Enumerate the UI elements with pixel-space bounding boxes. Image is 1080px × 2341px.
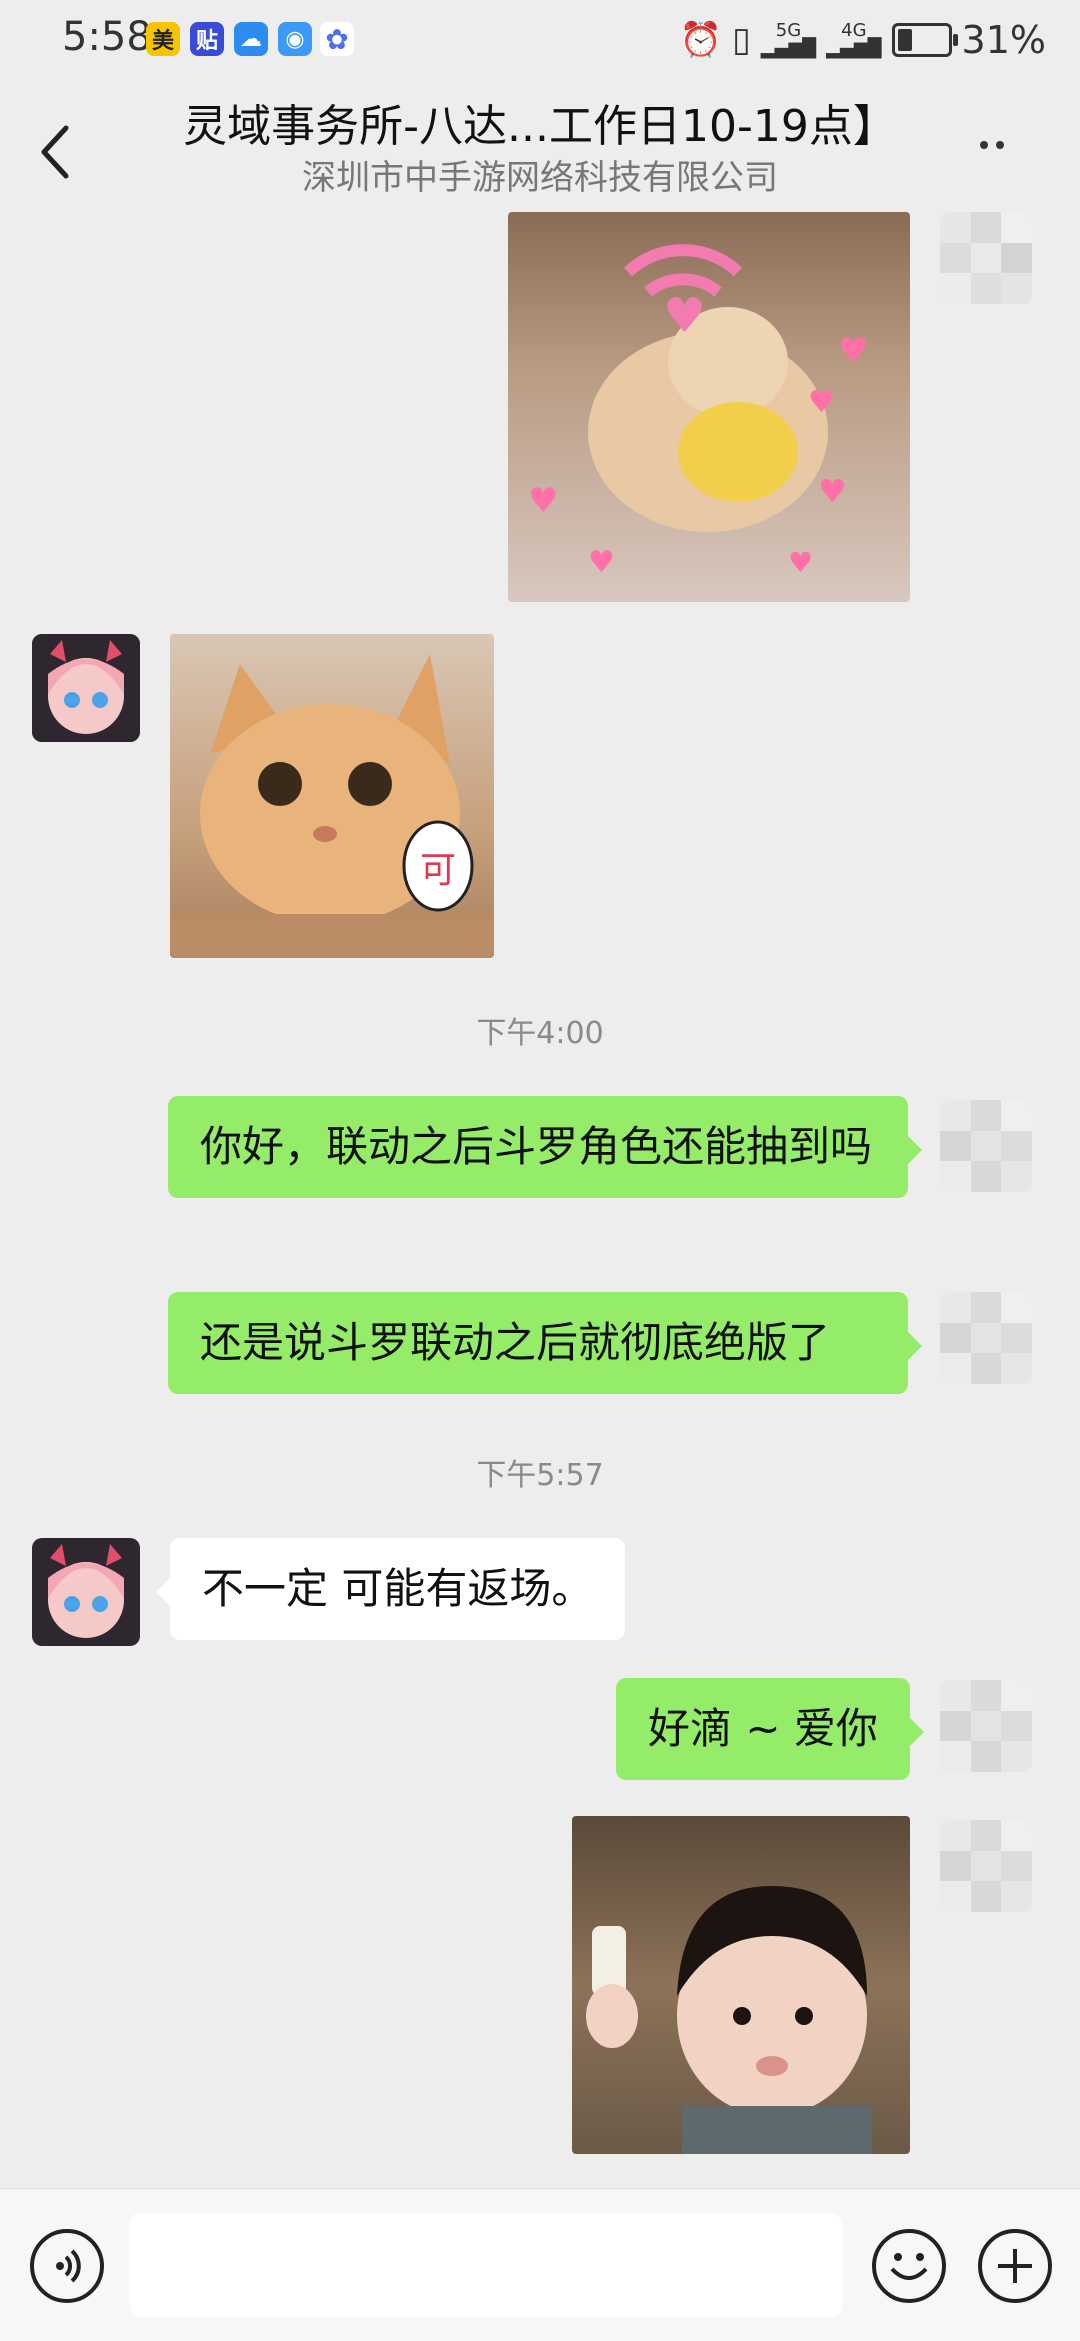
svg-text:♥: ♥ xyxy=(788,546,813,579)
sent-image-cat-hearts[interactable]: ♥ ♥ ♥ ♥ ♥ ♥ ♥ xyxy=(508,212,910,602)
status-bar: 5:58 美 贴 ☁ ◉ ✿ ⏰ ▯ 5G ▂▄▆█ 4G ▂▄▆█ 31% xyxy=(0,0,1080,80)
back-icon[interactable] xyxy=(36,122,76,182)
browser-icon: ◉ xyxy=(278,22,312,56)
my-avatar[interactable] xyxy=(940,1680,1032,1772)
my-avatar[interactable] xyxy=(940,1100,1032,1192)
sent-image-baby[interactable] xyxy=(572,1816,910,2154)
message-text: 还是说斗罗联动之后就彻底绝版了 xyxy=(200,1318,831,1367)
battery-percent: 31% xyxy=(961,18,1046,62)
message-text: 你好，联动之后斗罗角色还能抽到吗 xyxy=(200,1122,873,1171)
svg-text:♥: ♥ xyxy=(588,545,615,580)
more-functions-button[interactable] xyxy=(978,2229,1052,2303)
message-text: 不一定 可能有返场。 xyxy=(202,1564,594,1613)
battery-icon xyxy=(891,23,958,57)
svg-text:♥: ♥ xyxy=(838,331,868,371)
timestamp: 下午5:57 xyxy=(476,1458,604,1493)
chat-header: 灵域事务所-八达...工作日10-19点】 深圳市中手游网络科技有限公司 xyxy=(0,80,1080,210)
vibrate-icon: ▯ xyxy=(732,20,751,60)
customer-service-avatar[interactable] xyxy=(32,634,140,742)
sent-message-bubble[interactable]: 还是说斗罗联动之后就彻底绝版了 xyxy=(168,1292,922,1394)
sticker-label: 可 xyxy=(420,850,456,891)
my-avatar[interactable] xyxy=(940,1292,1032,1384)
anime-girl-avatar-icon xyxy=(32,1538,140,1646)
received-message-bubble[interactable]: 不一定 可能有返场。 xyxy=(155,1538,626,1640)
meituan-icon: 美 xyxy=(146,22,180,56)
signal-5g-icon: 5G ▂▄▆█ xyxy=(760,20,817,59)
more-options-icon[interactable] xyxy=(976,134,1036,164)
weather-icon: ☁ xyxy=(234,22,268,56)
voice-input-button[interactable] xyxy=(30,2229,104,2303)
baidu-icon: ✿ xyxy=(320,22,354,56)
cat-hearts-sticker-icon: ♥ ♥ ♥ ♥ ♥ ♥ ♥ xyxy=(528,244,868,580)
plus-icon xyxy=(998,2249,1032,2283)
smiley-icon xyxy=(890,2253,928,2280)
timestamp: 下午4:00 xyxy=(476,1016,604,1051)
sent-message-bubble[interactable]: 你好，联动之后斗罗角色还能抽到吗 xyxy=(168,1096,922,1198)
cat-sticker-icon: 可 xyxy=(170,654,494,958)
customer-service-avatar[interactable] xyxy=(32,1538,140,1646)
baby-sticker-icon xyxy=(586,1886,872,2154)
message-input[interactable] xyxy=(130,2213,842,2317)
my-avatar[interactable] xyxy=(940,212,1032,304)
status-indicators: ⏰ ▯ 5G ▂▄▆█ 4G ▂▄▆█ 31% xyxy=(680,18,1046,62)
message-text: 好滴 ~ 爱你 xyxy=(648,1704,878,1753)
status-time: 5:58 xyxy=(62,14,152,60)
emoji-button[interactable] xyxy=(872,2229,946,2303)
received-image-cat[interactable]: 可 xyxy=(170,634,494,958)
my-avatar[interactable] xyxy=(940,1820,1032,1912)
sent-message-bubble[interactable]: 好滴 ~ 爱你 xyxy=(616,1678,924,1780)
svg-text:♥: ♥ xyxy=(808,385,835,420)
tieba-icon: 贴 xyxy=(190,22,224,56)
alarm-icon: ⏰ xyxy=(679,20,723,60)
signal-4g-icon: 4G ▂▄▆█ xyxy=(826,20,882,59)
voice-icon xyxy=(56,2249,81,2283)
svg-text:♥: ♥ xyxy=(528,481,558,521)
chat-title: 灵域事务所-八达...工作日10-19点】 xyxy=(183,101,897,152)
chat-subtitle: 深圳市中手游网络科技有限公司 xyxy=(302,158,778,198)
input-bar xyxy=(0,2188,1080,2341)
anime-girl-avatar-icon xyxy=(32,634,140,742)
svg-text:♥: ♥ xyxy=(818,472,847,510)
svg-text:♥: ♥ xyxy=(663,288,706,344)
